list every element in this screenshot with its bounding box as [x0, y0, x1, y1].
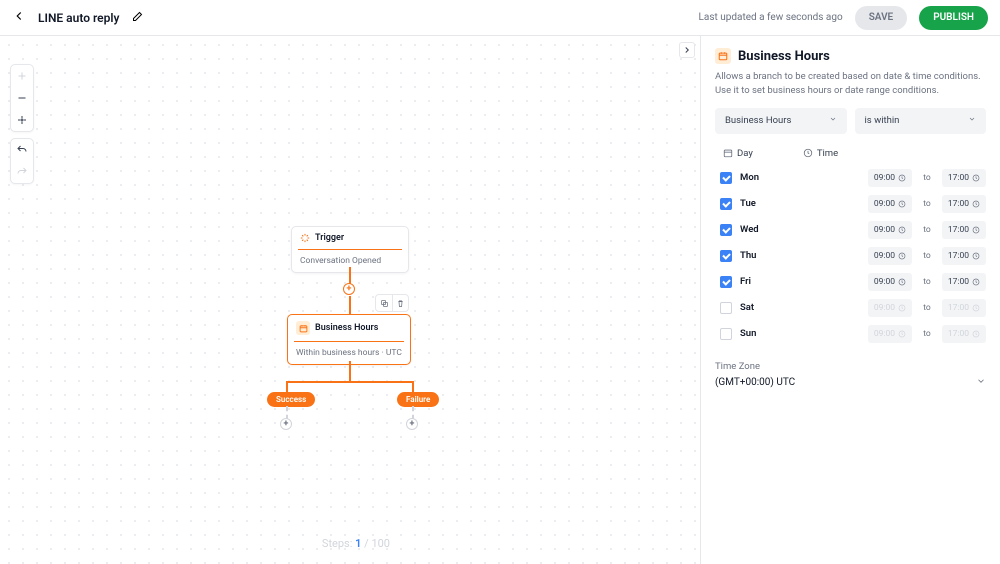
save-button[interactable]: SAVE: [855, 6, 908, 30]
steps-counter: Steps: 1 / 100: [322, 537, 390, 550]
start-time-input[interactable]: 09:00: [868, 195, 912, 213]
day-column-header: Day: [723, 148, 753, 159]
condition-match-select[interactable]: is within: [855, 108, 987, 134]
end-time-input[interactable]: 17:00: [942, 169, 986, 187]
day-checkbox[interactable]: [720, 172, 732, 184]
zoom-in-button[interactable]: [11, 65, 33, 87]
day-checkbox[interactable]: [720, 276, 732, 288]
start-time-input[interactable]: 09:00: [868, 273, 912, 291]
node-action-bar: [375, 294, 409, 312]
fit-view-button[interactable]: [11, 109, 33, 131]
condition-type-select[interactable]: Business Hours: [715, 108, 847, 134]
branch-success[interactable]: Success: [267, 392, 315, 407]
start-time-input[interactable]: 09:00: [868, 247, 912, 265]
day-row: Sat 09:00 to 17:00: [715, 295, 986, 321]
day-checkbox[interactable]: [720, 224, 732, 236]
timezone-select[interactable]: (GMT+00:00) UTC: [715, 376, 986, 389]
day-label: Tue: [740, 198, 768, 209]
end-time-input: 17:00: [942, 325, 986, 343]
day-label: Mon: [740, 172, 768, 183]
time-column-header: Time: [803, 148, 838, 159]
end-time-input[interactable]: 17:00: [942, 273, 986, 291]
start-time-input: 09:00: [868, 299, 912, 317]
day-row: Tue 09:00 to 17:00: [715, 191, 986, 217]
day-row: Wed 09:00 to 17:00: [715, 217, 986, 243]
add-success-step-button[interactable]: +: [280, 418, 292, 430]
day-row: Sun 09:00 to 17:00: [715, 321, 986, 347]
day-label: Wed: [740, 224, 768, 235]
undo-button[interactable]: [11, 139, 33, 161]
panel-title: Business Hours: [738, 49, 830, 64]
panel-description: Allows a branch to be created based on d…: [715, 70, 986, 98]
to-label: to: [920, 329, 934, 339]
calendar-icon: [723, 148, 733, 158]
branch-failure[interactable]: Failure: [397, 392, 439, 407]
to-label: to: [920, 225, 934, 235]
trigger-node[interactable]: Trigger Conversation Opened: [291, 226, 409, 273]
to-label: to: [920, 251, 934, 261]
start-time-input[interactable]: 09:00: [868, 169, 912, 187]
timezone-label: Time Zone: [715, 361, 986, 372]
chevron-down-icon: [829, 115, 837, 126]
to-label: to: [920, 303, 934, 313]
start-time-input[interactable]: 09:00: [868, 221, 912, 239]
to-label: to: [920, 199, 934, 209]
start-time-input: 09:00: [868, 325, 912, 343]
collapse-panel-button[interactable]: [679, 42, 695, 58]
day-checkbox[interactable]: [720, 302, 732, 314]
calendar-icon: [296, 321, 310, 335]
settings-panel: Business Hours Allows a branch to be cre…: [700, 36, 1000, 564]
day-row: Thu 09:00 to 17:00: [715, 243, 986, 269]
trigger-node-title: Trigger: [315, 233, 344, 243]
publish-button[interactable]: PUBLISH: [919, 6, 988, 30]
to-label: to: [920, 277, 934, 287]
day-checkbox[interactable]: [720, 328, 732, 340]
day-label: Sun: [740, 328, 768, 339]
back-button[interactable]: [12, 8, 26, 27]
trigger-icon: [300, 233, 310, 243]
day-label: Thu: [740, 250, 768, 261]
day-label: Sat: [740, 302, 768, 313]
end-time-input[interactable]: 17:00: [942, 247, 986, 265]
edit-title-button[interactable]: [131, 8, 143, 27]
connector-hline: [286, 381, 414, 383]
business-hours-node[interactable]: Business Hours Within business hours · U…: [287, 314, 411, 365]
business-hours-node-title: Business Hours: [315, 323, 378, 333]
delete-node-button[interactable]: [392, 295, 408, 311]
workflow-canvas[interactable]: Trigger Conversation Opened + Business H…: [0, 36, 700, 564]
calendar-icon: [715, 48, 731, 64]
chevron-down-icon: [968, 115, 976, 126]
workflow-title: LINE auto reply: [38, 11, 119, 25]
end-time-input[interactable]: 17:00: [942, 195, 986, 213]
end-time-input[interactable]: 17:00: [942, 221, 986, 239]
day-checkbox[interactable]: [720, 198, 732, 210]
day-checkbox[interactable]: [720, 250, 732, 262]
canvas-tools: [10, 64, 34, 184]
end-time-input: 17:00: [942, 299, 986, 317]
day-label: Fri: [740, 276, 768, 287]
to-label: to: [920, 173, 934, 183]
chevron-down-icon: [976, 376, 986, 389]
duplicate-node-button[interactable]: [376, 295, 392, 311]
add-failure-step-button[interactable]: +: [406, 418, 418, 430]
redo-button[interactable]: [11, 161, 33, 183]
add-step-button[interactable]: +: [343, 283, 355, 295]
topbar: LINE auto reply Last updated a few secon…: [0, 0, 1000, 36]
day-row: Fri 09:00 to 17:00: [715, 269, 986, 295]
zoom-out-button[interactable]: [11, 87, 33, 109]
last-updated-label: Last updated a few seconds ago: [699, 12, 843, 23]
connector-line: [349, 361, 351, 381]
connector-line: [349, 296, 351, 314]
clock-icon: [803, 148, 813, 158]
day-row: Mon 09:00 to 17:00: [715, 165, 986, 191]
